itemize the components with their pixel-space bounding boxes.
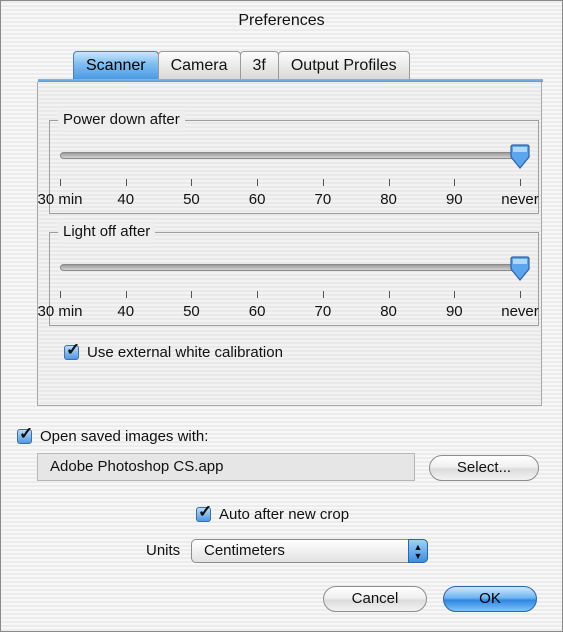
cancel-button[interactable]: Cancel: [323, 586, 427, 612]
slider-tick-label: 30 min: [37, 191, 83, 208]
slider-tick: [191, 179, 193, 186]
auto-crop-label: Auto after new crop: [219, 506, 350, 523]
slider-tick-label: 70: [314, 191, 332, 208]
slider-tick-label: never: [501, 303, 539, 320]
light-off-group: Light off after 30 min 40 50 60 70 80 90 never: [37, 223, 539, 326]
select-button[interactable]: Select...: [429, 455, 539, 481]
application-path-field: Adobe Photoshop CS.app: [37, 453, 415, 481]
slider-tick-label: 40: [117, 303, 135, 320]
power-down-group: Power down after 30 min 40 50 60 70 80 90 never: [37, 111, 539, 214]
window-title: Preferences: [238, 12, 325, 29]
external-white-checkbox[interactable]: ✓: [64, 340, 80, 360]
light-off-label: Light off after: [58, 223, 156, 241]
light-off-slider-track[interactable]: [60, 264, 520, 271]
slider-tick-label: 30 min: [37, 303, 83, 320]
ok-button[interactable]: OK: [443, 586, 537, 612]
slider-tick: [388, 179, 390, 186]
slider-tick: [454, 179, 456, 186]
scanner-tab-panel: Power down after 30 min 40 50 60 70 80 90 never…: [37, 82, 542, 406]
power-down-label: Power down after: [58, 111, 185, 129]
units-value: Centimeters: [204, 542, 285, 559]
slider-tick-label: 60: [248, 303, 266, 320]
open-saved-label: Open saved images with:: [40, 428, 209, 445]
power-down-tick-labels: 30 min 40 50 60 70 80 90 never: [37, 191, 538, 209]
slider-tick-label: never: [501, 191, 539, 208]
slider-tick-label: 80: [380, 303, 397, 320]
light-off-ticks: [60, 291, 521, 299]
tab-scanner[interactable]: Scanner: [73, 51, 159, 79]
slider-tick: [257, 179, 259, 186]
slider-tick: [125, 291, 127, 298]
units-label: Units: [146, 542, 181, 559]
preferences-window: Preferences Scanner Camera 3f Output Pro…: [0, 0, 563, 632]
slider-tick-label: 60: [248, 191, 266, 208]
slider-tick: [520, 291, 521, 298]
tab-bar: Scanner Camera 3f Output Profiles: [73, 51, 410, 81]
slider-tick-label: 80: [380, 191, 397, 208]
external-white-label: Use external white calibration: [87, 344, 283, 361]
slider-tick-label: 90: [445, 303, 463, 320]
check-mark-icon: ✓: [198, 502, 213, 521]
slider-tick-label: 40: [117, 191, 135, 208]
check-mark-icon: ✓: [19, 424, 34, 443]
slider-tick: [60, 179, 61, 186]
power-down-ticks: [60, 179, 521, 187]
tab-output-profiles[interactable]: Output Profiles: [277, 51, 410, 79]
check-mark-icon: ✓: [66, 340, 81, 359]
slider-tick: [520, 179, 521, 186]
power-down-slider-track[interactable]: [60, 152, 520, 159]
slider-tick-label: 70: [314, 303, 332, 320]
slider-tick: [191, 291, 193, 298]
slider-tick: [454, 291, 456, 298]
slider-tick: [60, 291, 61, 298]
units-popup[interactable]: Centimeters ▲ ▼: [191, 539, 428, 563]
slider-tick: [388, 291, 390, 298]
slider-tick: [322, 179, 324, 186]
open-saved-row[interactable]: ✓ Open saved images with:: [17, 424, 209, 445]
auto-crop-row[interactable]: ✓ Auto after new crop: [196, 502, 350, 523]
light-off-tick-labels: 30 min 40 50 60 70 80 90 never: [37, 303, 538, 321]
slider-tick-label: 50: [183, 303, 200, 320]
slider-tick: [322, 291, 324, 298]
auto-crop-checkbox[interactable]: ✓: [196, 502, 212, 522]
updown-arrows-icon[interactable]: ▲ ▼: [408, 539, 428, 563]
tab-camera[interactable]: Camera: [157, 51, 241, 79]
external-white-row[interactable]: ✓ Use external white calibration: [64, 340, 283, 361]
slider-tick: [125, 179, 127, 186]
slider-tick: [257, 291, 259, 298]
slider-thumb-icon[interactable]: [509, 256, 531, 282]
open-saved-checkbox[interactable]: ✓: [17, 424, 33, 444]
slider-tick-label: 50: [183, 191, 200, 208]
tab-3f[interactable]: 3f: [239, 51, 279, 79]
slider-thumb-icon[interactable]: [509, 144, 531, 170]
slider-tick-label: 90: [445, 191, 463, 208]
